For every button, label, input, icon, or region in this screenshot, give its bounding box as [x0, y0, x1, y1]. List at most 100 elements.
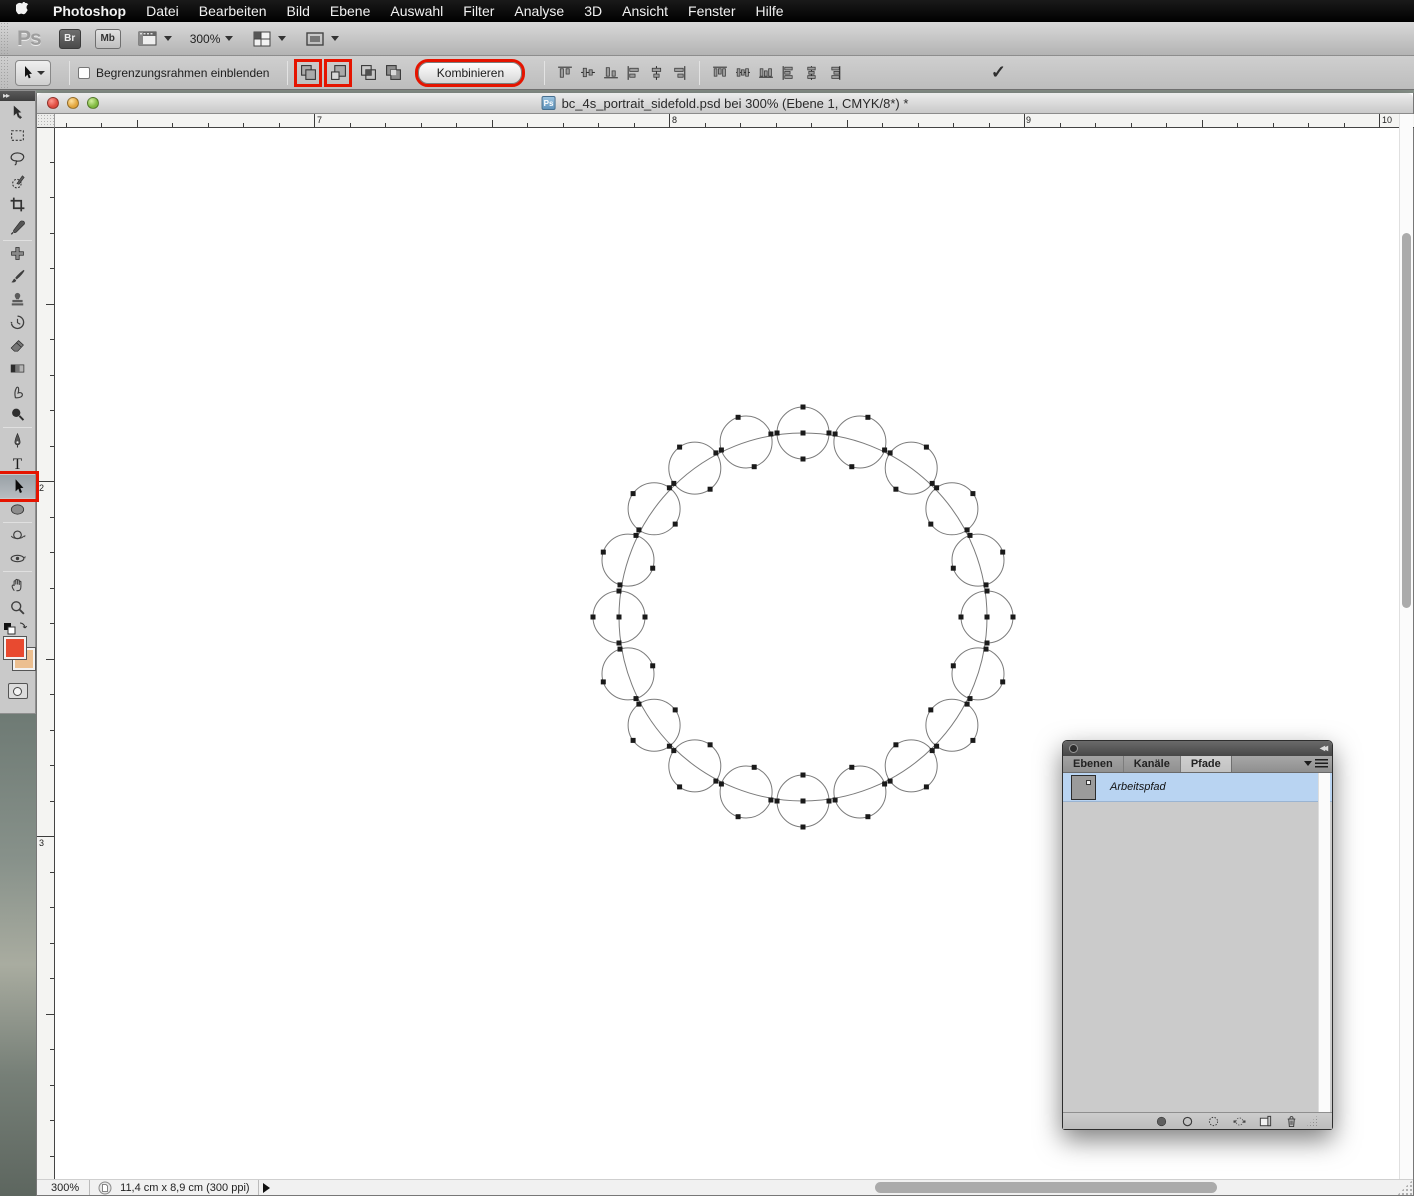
add-shape-button[interactable] [297, 62, 319, 84]
history-brush-tool[interactable] [0, 311, 35, 334]
horizontal-scrollbar[interactable] [280, 1180, 1397, 1195]
collapse-to-icons-button[interactable]: ◂◂ [1320, 743, 1326, 754]
panel-title-bar[interactable]: ◂◂ [1063, 741, 1332, 756]
menu-item-datei[interactable]: Datei [136, 0, 189, 22]
zoom-tool[interactable] [0, 596, 35, 619]
dodge-tool[interactable] [0, 403, 35, 426]
spot-healing-brush-tool[interactable] [0, 242, 35, 265]
distribute-top-edges-button[interactable] [708, 63, 731, 83]
delete-path-button[interactable] [1278, 1114, 1304, 1129]
panel-close-button[interactable] [1069, 744, 1078, 753]
ruler-corner[interactable] [37, 114, 55, 128]
view-extras-button[interactable] [137, 30, 172, 48]
type-tool[interactable]: T [0, 452, 35, 475]
toolbar-collapse-button[interactable]: ▸▸ [0, 91, 35, 101]
menu-item-analyse[interactable]: Analyse [504, 0, 574, 22]
work-path-row[interactable]: Arbeitspfad [1063, 773, 1332, 802]
clone-stamp-tool[interactable] [0, 288, 35, 311]
tab-kanle[interactable]: Kanäle [1124, 756, 1181, 772]
arrange-documents-button[interactable] [251, 30, 286, 48]
document-info[interactable]: 11,4 cm x 8,9 cm (300 ppi) [90, 1180, 258, 1195]
horizontal-ruler[interactable]: 78910 [55, 114, 1414, 128]
eraser-tool[interactable] [0, 334, 35, 357]
zoom-level-dropdown[interactable]: 300% [190, 32, 234, 46]
subtract-shape-button[interactable] [327, 62, 349, 84]
quick-selection-tool[interactable] [0, 170, 35, 193]
stroke-path-button[interactable] [1174, 1114, 1200, 1129]
bounding-box-checkbox[interactable] [78, 67, 90, 79]
distribute-left-edges-button[interactable] [777, 63, 800, 83]
minimize-window-button[interactable] [67, 97, 79, 109]
panel-scrollbar[interactable] [1318, 773, 1330, 1112]
launch-mobile-button[interactable]: Mb [95, 29, 121, 49]
tab-ebenen[interactable]: Ebenen [1063, 756, 1124, 772]
distribute-horizontal-centers-button[interactable] [800, 63, 823, 83]
menu-item-fenster[interactable]: Fenster [678, 0, 745, 22]
vertical-ruler[interactable]: 23 [37, 128, 55, 1180]
tool-preset-picker[interactable] [15, 60, 51, 86]
hand-tool[interactable] [0, 573, 35, 596]
launch-bridge-button[interactable]: Br [59, 29, 81, 49]
align-horizontal-centers-button[interactable] [645, 63, 668, 83]
align-vertical-centers-button[interactable] [576, 63, 599, 83]
close-window-button[interactable] [47, 97, 59, 109]
smudge-tool[interactable] [0, 380, 35, 403]
menu-item-bild[interactable]: Bild [277, 0, 320, 22]
bounding-box-option[interactable]: Begrenzungsrahmen einblenden [78, 66, 279, 80]
distribute-vertical-centers-button[interactable] [731, 63, 754, 83]
panel-menu-button[interactable] [1304, 759, 1328, 768]
vertical-scrollbar[interactable] [1399, 114, 1413, 1180]
status-zoom-field[interactable]: 300% [37, 1180, 90, 1195]
vertical-scrollbar-thumb[interactable] [1402, 233, 1411, 608]
path-thumbnail[interactable] [1071, 775, 1096, 800]
foreground-color-swatch[interactable] [4, 637, 26, 659]
make-work-path-button[interactable] [1226, 1114, 1252, 1129]
load-path-as-selection-button[interactable] [1200, 1114, 1226, 1129]
menu-item-filter[interactable]: Filter [453, 0, 504, 22]
horizontal-scrollbar-thumb[interactable] [875, 1182, 1217, 1193]
align-top-edges-button[interactable] [553, 63, 576, 83]
menu-item-3d[interactable]: 3D [574, 0, 612, 22]
align-bottom-edges-button[interactable] [599, 63, 622, 83]
pen-tool[interactable] [0, 429, 35, 452]
status-flyout-button[interactable] [263, 1183, 270, 1193]
window-title-bar[interactable]: Ps bc_4s_portrait_sidefold.psd bei 300% … [37, 93, 1413, 114]
menu-item-photoshop[interactable]: Photoshop [43, 0, 136, 22]
align-right-edges-button[interactable] [668, 63, 691, 83]
eyedropper-tool[interactable] [0, 216, 35, 239]
fill-path-button[interactable] [1148, 1114, 1174, 1129]
lasso-tool[interactable] [0, 147, 35, 170]
menu-item-ansicht[interactable]: Ansicht [612, 0, 678, 22]
apple-menu-icon[interactable] [0, 2, 43, 21]
distribute-bottom-edges-button[interactable] [754, 63, 777, 83]
new-path-button[interactable] [1252, 1114, 1278, 1129]
brush-tool[interactable] [0, 265, 35, 288]
menu-item-bearbeiten[interactable]: Bearbeiten [189, 0, 277, 22]
3d-rotate-tool[interactable] [0, 524, 35, 547]
zoom-window-button[interactable] [87, 97, 99, 109]
window-resize-grip[interactable] [1397, 1180, 1413, 1196]
quick-mask-button[interactable] [8, 683, 28, 699]
screen-mode-button[interactable] [304, 30, 339, 48]
menu-item-ebene[interactable]: Ebene [320, 0, 380, 22]
path-selection-tool[interactable] [0, 475, 35, 498]
intersect-shape-button[interactable] [357, 62, 379, 84]
distribute-right-edges-button[interactable] [823, 63, 846, 83]
align-left-edges-button[interactable] [622, 63, 645, 83]
menu-item-hilfe[interactable]: Hilfe [746, 0, 794, 22]
crop-tool[interactable] [0, 193, 35, 216]
3d-orbit-tool[interactable] [0, 547, 35, 570]
ruler-tick [314, 114, 315, 127]
combine-button[interactable]: Kombinieren [418, 62, 522, 84]
move-tool[interactable] [0, 101, 35, 124]
commit-checkmark-icon[interactable]: ✓ [991, 62, 1006, 83]
panel-resize-grip[interactable] [1306, 1115, 1318, 1127]
default-swap-colors[interactable] [0, 619, 35, 635]
tab-pfade[interactable]: Pfade [1181, 756, 1232, 772]
ruler-tick [137, 120, 138, 127]
exclude-shape-button[interactable] [382, 62, 404, 84]
rectangular-marquee-tool[interactable] [0, 124, 35, 147]
menu-item-auswahl[interactable]: Auswahl [380, 0, 453, 22]
gradient-tool[interactable] [0, 357, 35, 380]
ellipse-shape-tool[interactable] [0, 498, 35, 521]
